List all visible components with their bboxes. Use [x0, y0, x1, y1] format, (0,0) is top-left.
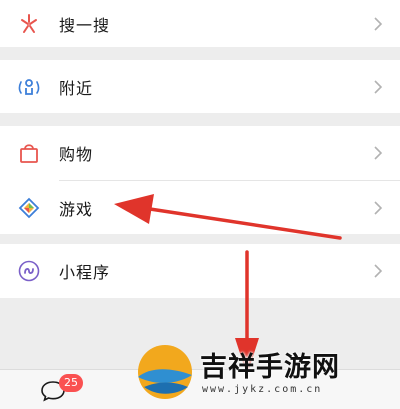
menu-item-games[interactable]: 游戏	[0, 181, 400, 234]
chevron-right-icon	[373, 79, 383, 95]
search-section: 搜一搜	[0, 0, 400, 47]
search-sparkle-icon	[17, 12, 41, 36]
nearby-person-icon	[17, 75, 41, 99]
unread-count-badge: 25	[59, 374, 83, 392]
shopping-games-section: 购物 游戏	[0, 126, 400, 234]
chevron-right-icon	[373, 145, 383, 161]
menu-item-nearby[interactable]: 附近	[0, 60, 400, 113]
menu-item-miniprogram-label: 小程序	[59, 263, 111, 282]
watermark-logo: 吉祥手游网 www.jykz.com.cn	[130, 335, 400, 408]
menu-item-games-label: 游戏	[59, 199, 94, 219]
menu-item-search[interactable]: 搜一搜	[0, 0, 400, 47]
watermark-emblem-icon	[138, 345, 192, 399]
game-diamond-icon	[17, 196, 41, 220]
menu-item-nearby-label: 附近	[59, 78, 94, 98]
menu-item-miniprogram[interactable]: 小程序	[0, 244, 400, 298]
miniprogram-section: 小程序	[0, 244, 400, 298]
chevron-right-icon	[373, 263, 383, 279]
chevron-right-icon	[373, 16, 383, 32]
menu-item-shopping[interactable]: 购物	[0, 126, 400, 180]
chevron-right-icon	[373, 200, 383, 216]
nearby-section: 附近	[0, 60, 400, 113]
watermark-text: 吉祥手游网	[200, 352, 340, 383]
mini-program-icon	[17, 259, 41, 283]
watermark-url: www.jykz.com.cn	[202, 384, 323, 395]
shopping-bag-icon	[17, 141, 41, 165]
menu-item-shopping-label: 购物	[59, 145, 94, 164]
menu-item-search-label: 搜一搜	[59, 15, 111, 35]
